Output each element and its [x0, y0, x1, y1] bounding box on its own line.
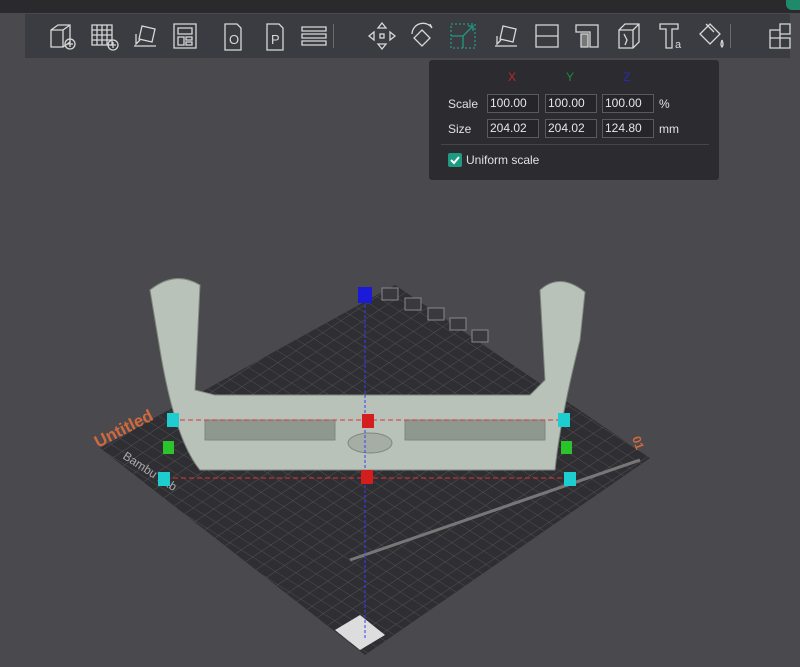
- axis-x-label: X: [507, 70, 516, 84]
- uniform-scale-label: Uniform scale: [466, 153, 540, 167]
- size-z-input[interactable]: 124.80: [602, 119, 654, 138]
- size-unit: mm: [659, 122, 679, 136]
- y-scale-handle[interactable]: [561, 441, 572, 454]
- scale-panel: X Y Z Scale Size 100.00 100.00 100.00 % …: [429, 60, 719, 180]
- axis-z-label: Z: [623, 70, 631, 84]
- x-scale-handle[interactable]: [361, 470, 373, 484]
- corner-scale-handle[interactable]: [564, 472, 576, 486]
- uniform-scale-checkbox[interactable]: [448, 153, 462, 167]
- divider: [441, 144, 709, 145]
- y-scale-handle[interactable]: [163, 441, 174, 454]
- x-scale-handle[interactable]: [362, 414, 374, 428]
- axis-y-label: Y: [565, 70, 574, 84]
- corner-scale-handle[interactable]: [158, 472, 170, 486]
- size-y-input[interactable]: 204.02: [545, 119, 597, 138]
- scale-y-input[interactable]: 100.00: [545, 94, 597, 113]
- size-x-input[interactable]: 204.02: [487, 119, 539, 138]
- scale-z-input[interactable]: 100.00: [602, 94, 654, 113]
- z-scale-handle[interactable]: [358, 287, 372, 303]
- scale-x-input[interactable]: 100.00: [487, 94, 539, 113]
- checkmark-icon: [450, 156, 460, 165]
- scale-unit: %: [659, 97, 670, 111]
- corner-scale-handle[interactable]: [558, 413, 570, 427]
- corner-scale-handle[interactable]: [167, 413, 179, 427]
- scale-label: Scale: [448, 97, 479, 111]
- size-label: Size: [448, 122, 472, 136]
